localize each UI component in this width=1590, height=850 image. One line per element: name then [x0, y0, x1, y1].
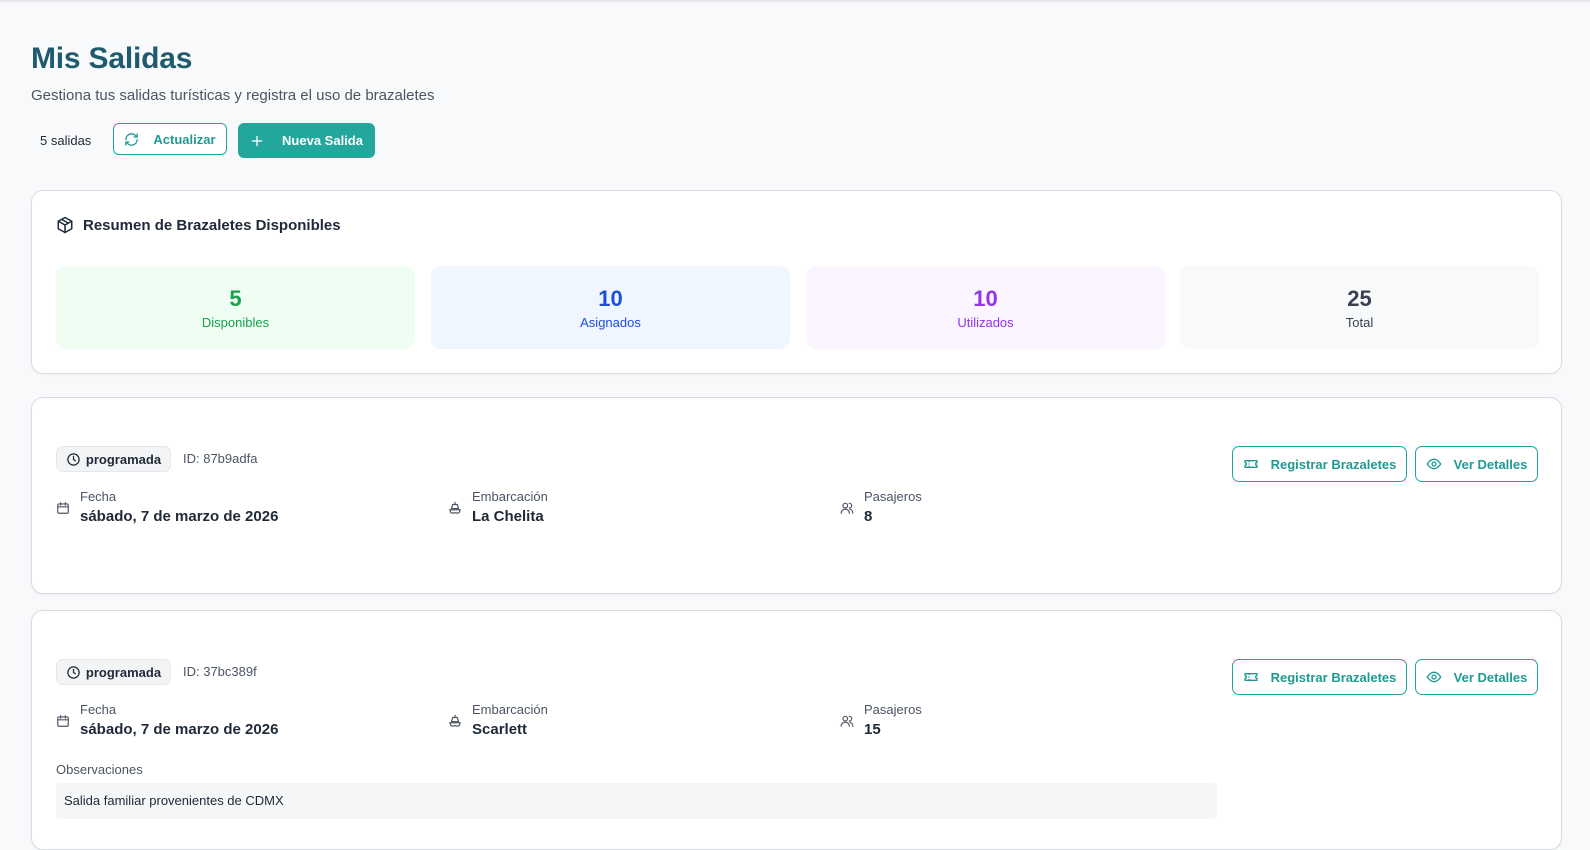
refresh-button[interactable]: Actualizar — [113, 123, 227, 155]
ship-icon — [448, 714, 462, 728]
status-badge: programada — [56, 446, 171, 472]
date-label: Fecha — [80, 489, 117, 504]
stat-value: 5 — [229, 285, 242, 311]
status-label: programada — [85, 664, 162, 680]
page: Mis Salidas Gestiona tus salidas turísti… — [0, 0, 1590, 850]
passengers-field: Pasajeros 15 — [840, 702, 922, 738]
ticket-icon — [1243, 456, 1259, 472]
ticket-icon — [1243, 669, 1259, 685]
ship-icon — [448, 501, 462, 515]
register-wristbands-button[interactable]: Registrar Brazaletes — [1232, 446, 1407, 482]
stat-used: 10 Utilizados — [806, 266, 1165, 349]
passengers-value: 15 — [864, 721, 881, 738]
details-label: Ver Detalles — [1453, 669, 1528, 685]
register-label: Registrar Brazaletes — [1270, 456, 1397, 472]
trip-card: programada ID: 87b9adfa Fecha sábado, 7 … — [31, 397, 1562, 594]
status-label: programada — [85, 451, 162, 467]
plus-icon — [250, 134, 264, 148]
stat-value: 25 — [1347, 285, 1372, 311]
new-trip-label: Nueva Salida — [282, 133, 363, 148]
passengers-field: Pasajeros 8 — [840, 489, 922, 525]
passengers-label: Pasajeros — [864, 702, 922, 717]
passengers-label: Pasajeros — [864, 489, 922, 504]
page-title: Mis Salidas — [31, 42, 193, 75]
wristband-summary-card: Resumen de Brazaletes Disponibles 5 Disp… — [31, 190, 1562, 374]
stat-label: Total — [1345, 314, 1374, 330]
stat-value: 10 — [598, 285, 623, 311]
stat-label: Disponibles — [201, 314, 270, 330]
eye-icon — [1426, 669, 1442, 685]
date-field: Fecha sábado, 7 de marzo de 2026 — [56, 702, 278, 738]
boat-label: Embarcación — [472, 489, 548, 504]
users-icon — [840, 501, 854, 515]
boat-value: La Chelita — [472, 508, 544, 525]
observations-label: Observaciones — [56, 762, 143, 777]
trip-count: 5 salidas — [40, 133, 92, 148]
date-value: sábado, 7 de marzo de 2026 — [80, 508, 279, 525]
refresh-icon — [124, 132, 139, 147]
refresh-label: Actualizar — [153, 131, 216, 147]
new-trip-button[interactable]: Nueva Salida — [238, 123, 375, 158]
stat-assigned: 10 Asignados — [431, 266, 790, 349]
calendar-icon — [56, 501, 70, 515]
boat-label: Embarcación — [472, 702, 548, 717]
package-icon — [56, 216, 74, 234]
stat-total: 25 Total — [1180, 266, 1539, 349]
boat-value: Scarlett — [472, 721, 528, 738]
summary-header: Resumen de Brazaletes Disponibles — [56, 216, 341, 234]
date-label: Fecha — [80, 702, 117, 717]
boat-field: Embarcación Scarlett — [448, 702, 548, 738]
observations-text: Salida familiar provenientes de CDMX — [56, 783, 1217, 819]
view-details-button[interactable]: Ver Detalles — [1415, 446, 1538, 482]
page-subtitle: Gestiona tus salidas turísticas y regist… — [31, 87, 435, 104]
boat-field: Embarcación La Chelita — [448, 489, 548, 525]
register-wristbands-button[interactable]: Registrar Brazaletes — [1232, 659, 1407, 695]
status-badge: programada — [56, 659, 171, 685]
clock-icon — [66, 665, 81, 680]
trip-id: ID: 37bc389f — [183, 664, 257, 679]
eye-icon — [1426, 456, 1442, 472]
details-label: Ver Detalles — [1453, 456, 1528, 472]
stat-label: Utilizados — [957, 314, 1014, 330]
calendar-icon — [56, 714, 70, 728]
passengers-value: 8 — [864, 508, 873, 525]
summary-title: Resumen de Brazaletes Disponibles — [83, 216, 341, 234]
date-value: sábado, 7 de marzo de 2026 — [80, 721, 279, 738]
clock-icon — [66, 452, 81, 467]
stat-available: 5 Disponibles — [56, 266, 415, 349]
users-icon — [840, 714, 854, 728]
stat-value: 10 — [973, 285, 998, 311]
register-label: Registrar Brazaletes — [1270, 669, 1397, 685]
view-details-button[interactable]: Ver Detalles — [1415, 659, 1538, 695]
stat-label: Asignados — [580, 314, 641, 330]
trip-card: programada ID: 37bc389f Fecha sábado, 7 … — [31, 610, 1562, 850]
date-field: Fecha sábado, 7 de marzo de 2026 — [56, 489, 278, 525]
trip-id: ID: 87b9adfa — [183, 451, 258, 466]
